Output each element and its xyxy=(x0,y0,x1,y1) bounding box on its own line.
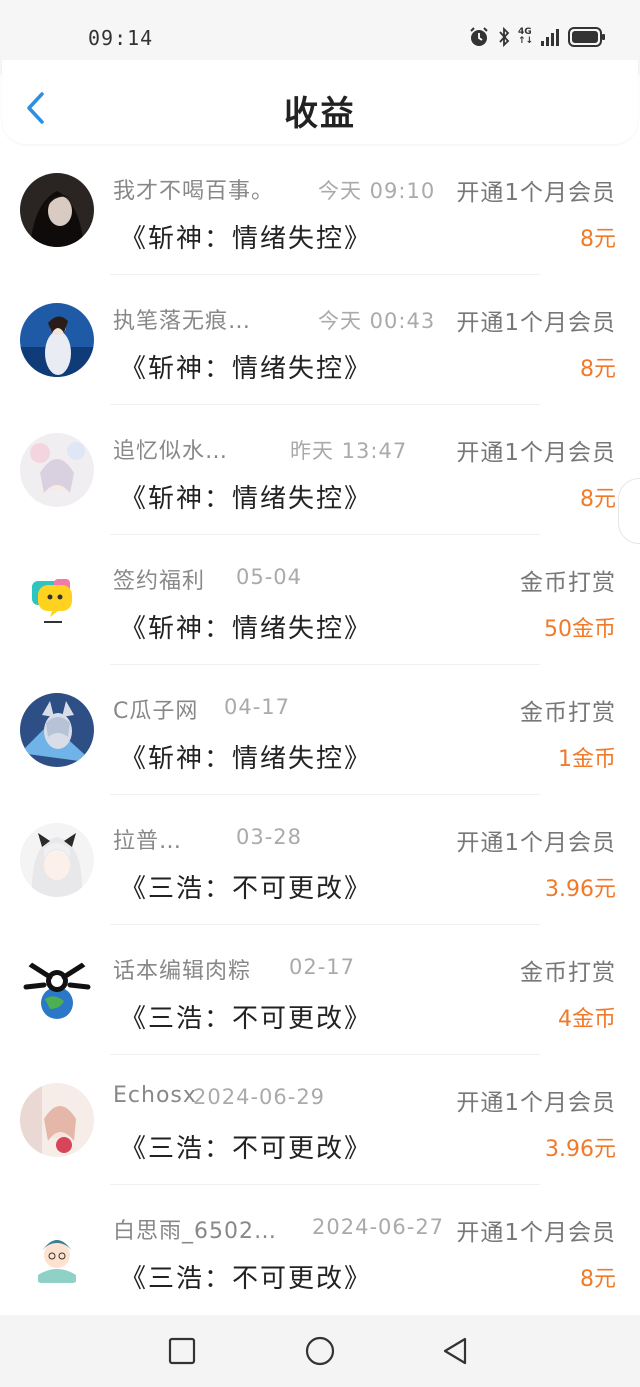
user-name: 签约福利 xyxy=(113,569,206,594)
list-item[interactable]: 拉普… 03-28 开通1个月会员 《三浩：不可更改》 3.96元 xyxy=(0,795,640,925)
book-title: 《三浩：不可更改》 xyxy=(120,1004,373,1034)
list-item[interactable]: 执笔落无痕… 今天 00:43 开通1个月会员 《斩神：情绪失控》 8元 xyxy=(0,275,640,405)
timestamp: 05-04 xyxy=(236,565,303,589)
signal-icon xyxy=(541,29,559,46)
book-title: 《斩神：情绪失控》 xyxy=(120,224,373,254)
avatar xyxy=(20,823,94,897)
status-icons: 4G ↑↓ xyxy=(468,25,606,49)
amount: 8元 xyxy=(580,357,616,382)
earning-type: 开通1个月会员 xyxy=(456,180,616,206)
earning-type: 开通1个月会员 xyxy=(456,310,616,336)
user-name: C瓜子网 xyxy=(113,699,199,724)
amount: 8元 xyxy=(580,227,616,252)
user-name: 执笔落无痕… xyxy=(113,309,252,334)
timestamp: 2024-06-27 xyxy=(312,1215,445,1239)
amount: 50金币 xyxy=(544,617,616,642)
avatar xyxy=(20,953,94,1027)
earning-type: 金币打赏 xyxy=(520,960,616,986)
earning-type: 金币打赏 xyxy=(520,700,616,726)
alarm-icon xyxy=(470,27,488,46)
back-triangle-icon[interactable] xyxy=(440,1335,472,1367)
timestamp: 今天 00:43 xyxy=(318,309,436,333)
earning-type: 开通1个月会员 xyxy=(456,1220,616,1246)
earning-type: 开通1个月会员 xyxy=(456,440,616,466)
battery-icon xyxy=(568,27,605,47)
list-item[interactable]: 白思雨_6502… 2024-06-27 开通1个月会员 《三浩：不可更改》 8… xyxy=(0,1185,640,1315)
amount: 1金币 xyxy=(558,747,616,772)
avatar xyxy=(20,433,94,507)
avatar xyxy=(20,1083,94,1157)
avatar xyxy=(20,173,94,247)
status-time: 09:14 xyxy=(88,26,154,50)
amount: 8元 xyxy=(580,487,616,512)
earning-type: 金币打赏 xyxy=(520,570,616,596)
list-item[interactable]: 话本编辑肉粽 02-17 金币打赏 《三浩：不可更改》 4金币 xyxy=(0,925,640,1055)
amount: 3.96元 xyxy=(545,877,616,902)
book-title: 《三浩：不可更改》 xyxy=(120,1134,373,1164)
timestamp: 03-28 xyxy=(236,825,303,849)
list-item[interactable]: Echosx 2024-06-29 开通1个月会员 《三浩：不可更改》 3.96… xyxy=(0,1055,640,1185)
earnings-list: 我才不喝百事。 今天 09:10 开通1个月会员 《斩神：情绪失控》 8元 执笔… xyxy=(0,145,640,1315)
user-name: 话本编辑肉粽 xyxy=(113,959,252,984)
header: 收益 xyxy=(2,60,638,144)
avatar xyxy=(20,303,94,377)
amount: 4金币 xyxy=(558,1007,616,1032)
timestamp: 2024-06-29 xyxy=(193,1085,326,1109)
timestamp: 02-17 xyxy=(289,955,356,979)
list-item[interactable]: C瓜子网 04-17 金币打赏 《斩神：情绪失控》 1金币 xyxy=(0,665,640,795)
navigation-bar xyxy=(0,1315,640,1387)
user-name: 我才不喝百事。 xyxy=(113,179,275,204)
page-title: 收益 xyxy=(284,94,356,134)
user-name: 追忆似水… xyxy=(113,439,229,464)
book-title: 《斩神：情绪失控》 xyxy=(120,744,373,774)
timestamp: 今天 09:10 xyxy=(318,179,436,203)
avatar xyxy=(20,1213,94,1287)
book-title: 《三浩：不可更改》 xyxy=(120,1264,373,1294)
list-item[interactable]: 我才不喝百事。 今天 09:10 开通1个月会员 《斩神：情绪失控》 8元 xyxy=(0,145,640,275)
floating-assistant-handle[interactable] xyxy=(618,478,640,544)
amount: 8元 xyxy=(580,1267,616,1292)
earning-type: 开通1个月会员 xyxy=(456,1090,616,1116)
network-label: 4G xyxy=(518,27,532,37)
amount: 3.96元 xyxy=(545,1137,616,1162)
earning-type: 开通1个月会员 xyxy=(456,830,616,856)
book-title: 《斩神：情绪失控》 xyxy=(120,614,373,644)
timestamp: 昨天 13:47 xyxy=(290,439,408,463)
user-name: 拉普… xyxy=(113,829,183,854)
user-name: Echosx xyxy=(113,1083,197,1108)
user-name: 白思雨_6502… xyxy=(113,1219,277,1244)
book-title: 《三浩：不可更改》 xyxy=(120,874,373,904)
home-circle-icon[interactable] xyxy=(304,1335,336,1367)
book-title: 《斩神：情绪失控》 xyxy=(120,484,373,514)
mobile-data-icon: 4G ↑↓ xyxy=(518,27,534,46)
avatar xyxy=(20,693,94,767)
list-item[interactable]: 签约福利 05-04 金币打赏 《斩神：情绪失控》 50金币 xyxy=(0,535,640,665)
timestamp: 04-17 xyxy=(224,695,291,719)
recents-square-icon[interactable] xyxy=(166,1335,198,1367)
book-title: 《斩神：情绪失控》 xyxy=(120,354,373,384)
avatar xyxy=(20,563,94,637)
bluetooth-icon xyxy=(499,26,510,48)
list-item[interactable]: 追忆似水… 昨天 13:47 开通1个月会员 《斩神：情绪失控》 8元 xyxy=(0,405,640,535)
